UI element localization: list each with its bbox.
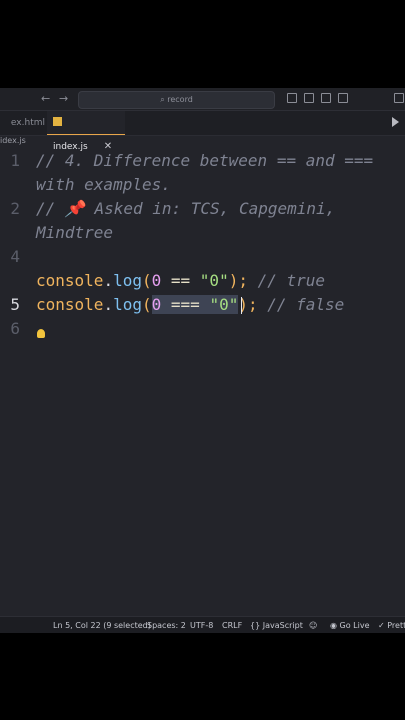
- code-comment-line: Mindtree: [36, 223, 114, 242]
- copilot-icon[interactable]: ☺: [309, 617, 317, 633]
- indentation[interactable]: Spaces: 2: [147, 617, 186, 633]
- code-editor-window: ← → ⌕ record ex.html index.js ✕ idex.js 1…: [0, 88, 405, 633]
- text-selection: 0 === "0": [151, 295, 239, 314]
- prettier-status[interactable]: ✓ Prett: [378, 617, 405, 633]
- layout-bottom-icon[interactable]: [321, 93, 331, 103]
- text-cursor: [241, 297, 242, 314]
- tab-label: ex.html: [10, 118, 45, 128]
- status-bar: Ln 5, Col 22 (9 selected) Spaces: 2 UTF-…: [0, 616, 405, 633]
- code-token: .: [103, 295, 114, 314]
- code-token: .: [103, 271, 114, 290]
- layout-right-icon[interactable]: [338, 93, 348, 103]
- code-token: log: [113, 271, 142, 290]
- code-line-5: console.log(0 === "0"); // false: [36, 295, 344, 314]
- encoding[interactable]: UTF-8: [190, 617, 213, 633]
- editor-tab-bar: ex.html index.js ✕: [0, 111, 405, 152]
- javascript-file-icon: [53, 117, 62, 126]
- code-token: "0": [209, 295, 239, 314]
- line-number: 4: [10, 247, 20, 266]
- command-center-search[interactable]: ⌕ record: [78, 91, 275, 109]
- tab-index-js[interactable]: index.js ✕: [47, 111, 125, 152]
- code-area[interactable]: 1 2 4 5 6 // 4. Difference between == an…: [0, 148, 405, 613]
- breadcrumb[interactable]: idex.js: [0, 136, 26, 145]
- maximize-icon[interactable]: [394, 93, 404, 103]
- search-text: record: [167, 95, 193, 104]
- go-live-label: Go Live: [339, 621, 370, 630]
- run-icon[interactable]: [392, 117, 399, 127]
- line-ending[interactable]: CRLF: [222, 617, 242, 633]
- code-token: log: [113, 295, 142, 314]
- code-token: 0: [151, 271, 162, 290]
- code-token: // true: [247, 271, 326, 290]
- line-number: 6: [10, 319, 20, 338]
- code-token: 0: [151, 295, 162, 314]
- back-arrow-icon[interactable]: ←: [41, 92, 50, 105]
- forward-arrow-icon[interactable]: →: [59, 92, 68, 105]
- code-comment-line: // 📌 Asked in: TCS, Capgemini,: [36, 199, 336, 218]
- cursor-position[interactable]: Ln 5, Col 22 (9 selected): [53, 617, 151, 633]
- code-line-4: console.log(0 == "0"); // true: [36, 271, 325, 290]
- language-mode[interactable]: {} JavaScript: [250, 617, 303, 633]
- toggle-panel-icon[interactable]: [287, 93, 297, 103]
- title-bar: ← → ⌕ record: [0, 88, 405, 111]
- code-token: (: [141, 295, 152, 314]
- code-token: console: [36, 271, 104, 290]
- line-number: 2: [10, 199, 20, 218]
- code-token: // false: [257, 295, 345, 314]
- search-icon: ⌕: [160, 95, 165, 104]
- layout-left-icon[interactable]: [304, 93, 314, 103]
- code-token: );: [228, 271, 248, 290]
- code-token: "0": [199, 271, 229, 290]
- go-live-button[interactable]: ◉ Go Live: [330, 617, 370, 633]
- code-token: ===: [161, 295, 210, 314]
- broadcast-icon: ◉: [330, 621, 340, 630]
- lightbulb-icon[interactable]: [37, 329, 45, 338]
- tab-index-html[interactable]: ex.html: [0, 111, 45, 135]
- line-number-current: 5: [10, 295, 20, 314]
- code-comment-line: // 4. Difference between == and ===: [36, 151, 374, 170]
- code-token: console: [36, 295, 104, 314]
- code-token: (: [141, 271, 152, 290]
- code-comment-line: with examples.: [36, 175, 171, 194]
- line-number: 1: [10, 151, 20, 170]
- code-token: ==: [161, 271, 200, 290]
